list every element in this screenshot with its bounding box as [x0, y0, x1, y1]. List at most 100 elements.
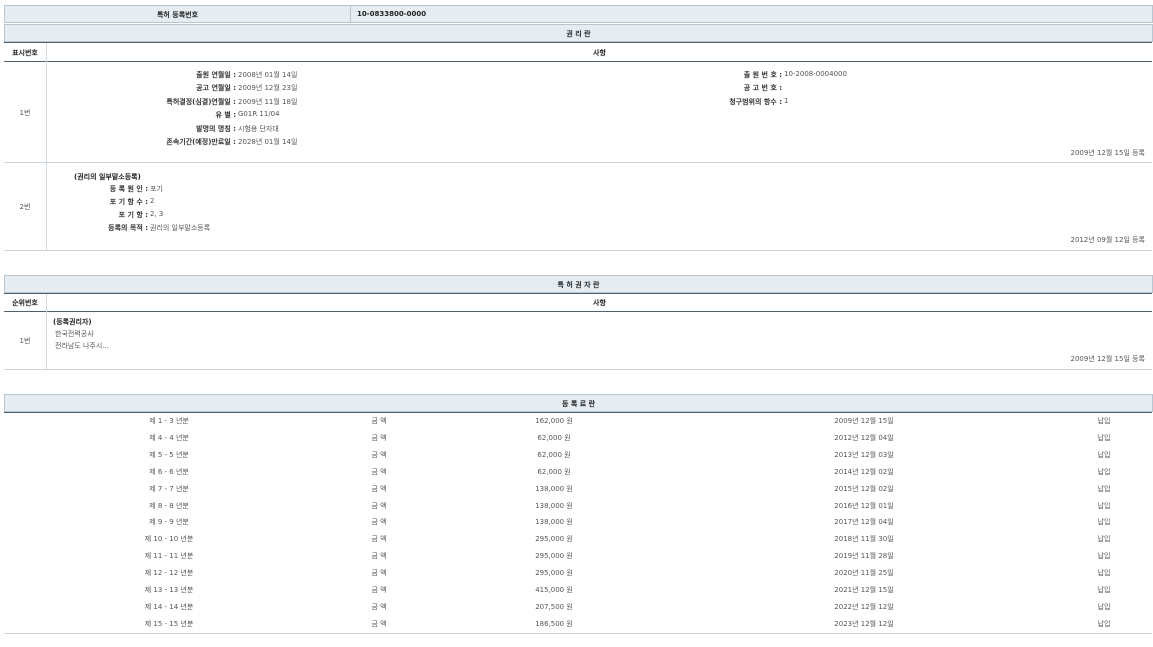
rights-row2-field-value: 2, 3	[150, 210, 163, 218]
fee-row: 제 9 - 9 년분금 액138,000 원2017년 12월 04일납입	[4, 517, 1152, 533]
fee-date: 2012년 12월 04일	[784, 433, 944, 443]
fee-status: 납입	[1064, 534, 1144, 544]
fee-row: 제 10 - 10 년분금 액 295,000 원 2018년 11월 30일 납입	[4, 534, 1152, 550]
fee-amount: 295,000 원	[484, 551, 624, 561]
fee-amount-label: 금 액	[334, 602, 424, 612]
fee-amount-label: 금 액	[334, 534, 424, 544]
fee-status: 납입	[1064, 416, 1144, 426]
rights-row1-right-label: 청구범위의 항수 :	[729, 97, 782, 107]
fee-row: 제 4 - 4 년분금 액62,000 원2012년 12월 04일납입	[4, 433, 1152, 449]
fee-status: 납입	[1064, 602, 1144, 612]
fee-row: 제 12 - 12 년분금 액295,000 원2020년 11월 25일납입	[4, 568, 1152, 584]
fee-amount: 62,000 원	[484, 467, 624, 477]
fee-row: 제 1 - 3 년분금 액162,000 원2009년 12월 15일납입	[4, 416, 1152, 432]
rights-row2-field-label: 등 록 원 인 :	[110, 184, 148, 194]
fees-section-header: 등 록 료 란	[4, 394, 1153, 412]
fee-status: 납입	[1064, 551, 1144, 561]
fee-status: 납입	[1064, 450, 1144, 460]
holder-section-title: 특 허 권 자 란	[5, 280, 1152, 290]
fee-date: 2017년 12월 04일	[784, 517, 944, 527]
holder-row1-rule	[4, 369, 1152, 370]
rights-row2-field-value: 2	[150, 197, 154, 205]
rights-row1-registration-date: 2009년 12월 15일 등록	[1070, 148, 1145, 158]
rights-col-item: 사항	[47, 48, 1152, 58]
fee-amount: 415,000 원	[484, 585, 624, 595]
rights-section-title: 권 리 란	[5, 29, 1152, 39]
fee-period: 제 13 - 13 년분	[4, 585, 334, 595]
fee-date: 2021년 12월 15일	[784, 585, 944, 595]
fee-status: 납입	[1064, 568, 1144, 578]
fee-amount: 62,000 원	[484, 450, 624, 460]
holder-colheader-rule	[4, 311, 1152, 312]
rights-col-number: 표시번호	[4, 48, 46, 58]
fee-date: 2014년 12월 02일	[784, 467, 944, 477]
rights-row2-registration-date: 2012년 09월 12일 등록	[1070, 235, 1145, 245]
fee-amount-label: 금 액	[334, 501, 424, 511]
fee-status: 납입	[1064, 517, 1144, 527]
fees-section-title: 등 록 료 란	[5, 399, 1152, 409]
fee-row: 제 14 - 14 년분금 액207,500 원2022년 12월 12일납입	[4, 602, 1152, 618]
fee-date: 2013년 12월 03일	[784, 450, 944, 460]
fee-row: 제 6 - 6 년분금 액62,000 원2014년 12월 02일납입	[4, 467, 1152, 483]
fee-row: 제 7 - 7 년분금 액 138,000 원 2015년 12월 02일 납입	[4, 484, 1152, 500]
fee-period: 제 10 - 10 년분	[4, 534, 334, 544]
rights-row1-field-label: 존속기간(예정)만료일 :	[166, 137, 236, 147]
registration-number-label: 특허 등록번호	[5, 10, 350, 20]
fee-date: 2015년 12월 02일	[784, 484, 944, 494]
rights-section-header: 권 리 란	[4, 24, 1153, 42]
holder-col-item: 사항	[47, 298, 1152, 308]
rights-row1-field-value: 2008년 01월 14일	[238, 70, 297, 80]
fee-row: 제 5 - 5 년분금 액62,000 원2013년 12월 03일납입	[4, 450, 1152, 466]
holder-row1-registration-date: 2009년 12월 15일 등록	[1070, 354, 1145, 364]
rights-row2-rule	[4, 250, 1152, 251]
fee-period: 제 9 - 9 년분	[4, 517, 334, 527]
fee-status: 납입	[1064, 484, 1144, 494]
rights-row2-heading: (권리의 일부말소등록)	[74, 172, 141, 182]
fee-period: 제 7 - 7 년분	[4, 484, 334, 494]
fee-period: 제 12 - 12 년분	[4, 568, 334, 578]
fee-period: 제 14 - 14 년분	[4, 602, 334, 612]
fee-date: 2022년 12월 12일	[784, 602, 944, 612]
fee-amount: 138,000 원	[484, 484, 624, 494]
fee-amount: 295,000 원	[484, 568, 624, 578]
holder-row1-heading: (등록권리자)	[53, 317, 92, 327]
holder-row1-number: 1번	[4, 336, 46, 346]
fee-amount-label: 금 액	[334, 416, 424, 426]
fee-period: 제 11 - 11 년분	[4, 551, 334, 561]
registration-number-value: 10-0833800-0000	[357, 10, 426, 18]
rights-row1-field-value: 2009년 11월 18일	[238, 97, 297, 107]
rights-row2-field-label: 포 기 항 수 :	[110, 197, 148, 207]
fee-amount-label: 금 액	[334, 433, 424, 443]
fee-status: 납입	[1064, 619, 1144, 629]
rights-row1-right-label: 공 고 번 호 :	[744, 83, 782, 93]
fee-row: 제 11 - 11 년분금 액295,000 원2019년 11월 28일납입	[4, 551, 1152, 567]
rights-row2-field-value: 포기	[150, 184, 163, 194]
rights-row2-field-label: 등록의 목적 :	[108, 223, 148, 233]
registration-divider	[350, 6, 351, 22]
rights-row1-field-label: 출원 연월일 :	[196, 70, 236, 80]
fee-amount-label: 금 액	[334, 484, 424, 494]
rights-row1-field-value: 2009년 12월 23일	[238, 83, 297, 93]
fee-date: 2023년 12월 12일	[784, 619, 944, 629]
fee-date: 2018년 11월 30일	[784, 534, 944, 544]
rights-row1-field-label: 특허결정(심결)연월일 :	[166, 97, 236, 107]
rights-row1-field-value: 시험용 단자대	[238, 124, 279, 134]
fee-amount-label: 금 액	[334, 517, 424, 527]
fee-status: 납입	[1064, 585, 1144, 595]
fee-row: 제 8 - 8 년분금 액138,000 원2016년 12월 01일납입	[4, 501, 1152, 517]
rights-row1-field-label: 공고 연월일 :	[196, 83, 236, 93]
fee-amount: 162,000 원	[484, 416, 624, 426]
holder-row1-name: 한국전력공사	[55, 329, 94, 339]
rights-row2-field-label: 포 기 항 :	[119, 210, 148, 220]
fee-amount: 186,500 원	[484, 619, 624, 629]
rights-row1-field-value: G01R 11/04	[238, 110, 280, 118]
fees-bottom-rule	[4, 633, 1152, 634]
fee-amount: 295,000 원	[484, 534, 624, 544]
fee-amount-label: 금 액	[334, 450, 424, 460]
rights-colheader-rule	[4, 61, 1152, 62]
fee-period: 제 8 - 8 년분	[4, 501, 334, 511]
fee-status: 납입	[1064, 433, 1144, 443]
fee-row: 제 13 - 13 년분금 액415,000 원2021년 12월 15일납입	[4, 585, 1152, 601]
registration-number-bar: 특허 등록번호 10-0833800-0000	[4, 5, 1153, 23]
fee-amount: 138,000 원	[484, 501, 624, 511]
